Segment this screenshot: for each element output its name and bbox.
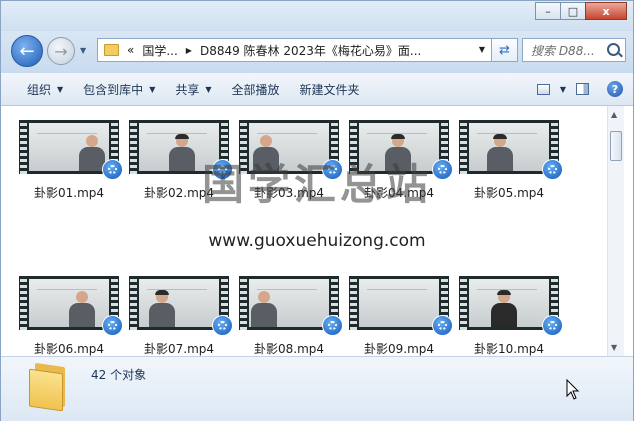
file-item[interactable]: 卦影08.mp4 — [236, 269, 346, 356]
arrow-right-icon: → — [54, 41, 68, 61]
refresh-icon: ⇄ — [499, 42, 510, 58]
details-pane: 42 个对象 — [1, 356, 633, 421]
search-box[interactable] — [522, 38, 626, 62]
film-strip — [460, 276, 467, 330]
include-in-library-menu[interactable]: 包含到库中 ▼ — [73, 76, 165, 102]
file-name: 卦影07.mp4 — [143, 342, 215, 356]
video-frame — [469, 279, 549, 327]
file-name: 卦影09.mp4 — [363, 342, 435, 356]
media-player-icon — [322, 315, 343, 336]
view-options-dropdown[interactable]: ▼ — [560, 85, 566, 94]
help-icon[interactable]: ? — [607, 81, 623, 97]
film-strip — [240, 276, 247, 330]
back-button[interactable]: ← — [11, 35, 43, 67]
person-figure — [491, 290, 517, 327]
search-icon[interactable] — [607, 43, 620, 56]
share-label: 共享 — [175, 82, 200, 97]
include-in-library-label: 包含到库中 — [83, 82, 144, 97]
film-strip — [20, 276, 27, 330]
person-figure — [69, 291, 95, 327]
change-view-button[interactable] — [532, 78, 556, 100]
file-name: 卦影10.mp4 — [473, 342, 545, 356]
play-all-button[interactable]: 全部播放 — [222, 76, 290, 102]
video-frame — [29, 279, 109, 327]
watermark-url: www.guoxuehuizong.com — [208, 231, 426, 251]
film-strip — [350, 276, 357, 330]
file-item[interactable]: 卦影06.mp4 — [16, 269, 126, 356]
address-bar[interactable]: « 国学... ▶ D8849 陈春林 2023年《梅花心易》面... ▼ — [97, 38, 492, 62]
file-list: 卦影01.mp4 卦影02.mp4 卦影03.mp4 卦影04.mp4 卦影05… — [1, 106, 633, 356]
minimize-button[interactable]: – — [535, 2, 561, 20]
command-bar: 组织 ▼ 包含到库中 ▼ 共享 ▼ 全部播放 新建文件夹 ▼ ? — [1, 73, 633, 106]
scrollbar-thumb[interactable] — [610, 131, 622, 161]
video-frame — [139, 279, 219, 327]
breadcrumb-chevron-icon[interactable]: ▶ — [186, 46, 192, 55]
close-button[interactable]: x — [585, 2, 627, 20]
film-strip — [130, 276, 137, 330]
file-item[interactable]: 卦影07.mp4 — [126, 269, 236, 356]
media-player-icon — [542, 315, 563, 336]
caption-buttons: – □ x — [535, 2, 627, 20]
vertical-scrollbar[interactable]: ▲ ▼ — [607, 106, 624, 356]
title-bar: – □ x — [1, 1, 633, 31]
chevron-down-icon: ▼ — [149, 84, 156, 94]
navigation-bar: ← → ▼ « 国学... ▶ D8849 陈春林 2023年《梅花心易》面..… — [1, 31, 633, 73]
watermark-title: 国学汇总站 — [201, 160, 432, 209]
person-figure — [251, 291, 277, 327]
refresh-button[interactable]: ⇄ — [492, 38, 518, 62]
file-item[interactable]: 卦影09.mp4 — [346, 269, 456, 356]
media-player-icon — [432, 315, 453, 336]
chevron-down-icon: ▼ — [205, 84, 212, 94]
view-controls: ▼ ? — [532, 73, 633, 105]
play-all-label: 全部播放 — [231, 82, 280, 97]
maximize-button[interactable]: □ — [560, 2, 586, 20]
video-frame — [249, 279, 329, 327]
file-name: 卦影06.mp4 — [33, 342, 105, 356]
preview-pane-icon[interactable] — [576, 83, 589, 95]
media-player-icon — [102, 315, 123, 336]
scroll-down-icon[interactable]: ▼ — [611, 343, 617, 352]
breadcrumb-item-1[interactable]: 国学... — [142, 42, 177, 59]
breadcrumb-overflow[interactable]: « — [127, 43, 134, 57]
forward-button[interactable]: → — [47, 37, 75, 65]
mouse-cursor-icon — [566, 379, 580, 400]
organize-label: 组织 — [27, 82, 52, 97]
arrow-left-icon: ← — [19, 40, 35, 62]
media-player-icon — [212, 315, 233, 336]
view-icon — [537, 83, 551, 95]
new-folder-label: 新建文件夹 — [299, 82, 360, 97]
file-item[interactable]: 卦影10.mp4 — [456, 269, 566, 356]
share-menu[interactable]: 共享 ▼ — [165, 76, 221, 102]
file-name: 卦影08.mp4 — [253, 342, 325, 356]
search-input[interactable] — [529, 40, 611, 62]
folder-icon — [104, 44, 119, 56]
scroll-up-icon[interactable]: ▲ — [611, 110, 617, 119]
whiteboard — [367, 289, 427, 310]
explorer-window: – □ x ← → ▼ « 国学... ▶ D8849 陈春林 2023年《梅花… — [0, 0, 634, 421]
organize-menu[interactable]: 组织 ▼ — [17, 76, 73, 102]
folder-icon — [29, 362, 71, 412]
new-folder-button[interactable]: 新建文件夹 — [290, 76, 370, 102]
video-frame — [359, 279, 439, 327]
item-count: 42 个对象 — [91, 368, 147, 382]
recent-pages-dropdown[interactable]: ▼ — [80, 46, 86, 55]
address-dropdown-icon[interactable]: ▼ — [479, 45, 485, 54]
person-figure — [149, 290, 175, 327]
chevron-down-icon: ▼ — [57, 84, 64, 94]
breadcrumb-item-2[interactable]: D8849 陈春林 2023年《梅花心易》面... — [200, 42, 421, 59]
